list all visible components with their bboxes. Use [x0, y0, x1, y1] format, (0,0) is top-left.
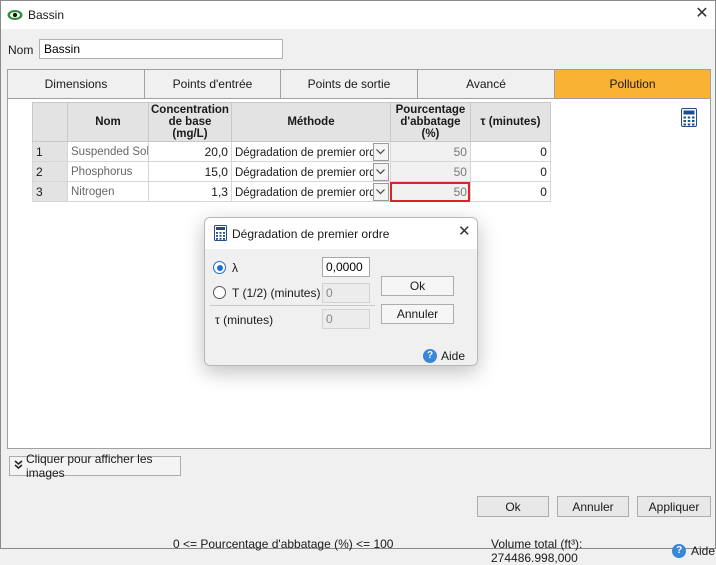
header-name: Nom: [67, 102, 149, 142]
dialog-body: λ T (1/2) (minutes) τ (minutes) Ok Annul…: [205, 249, 477, 365]
header-rownum: [32, 102, 68, 142]
header-method: Méthode: [230, 102, 391, 142]
tab-dimensions[interactable]: Dimensions: [8, 70, 145, 98]
ok-button[interactable]: Ok: [477, 496, 549, 517]
lambda-input[interactable]: [322, 257, 370, 277]
name-cell[interactable]: Phosphorus: [67, 161, 149, 182]
tab-points-sortie[interactable]: Points de sortie: [281, 70, 418, 98]
percentage-cell[interactable]: 50: [389, 161, 471, 182]
method-cell[interactable]: Dégradation de premier ordre: [230, 141, 391, 162]
lambda-radio[interactable]: [213, 261, 226, 274]
chevron-down-icon: [376, 169, 386, 175]
first-order-degradation-dialog: Dégradation de premier ordre ✕ λ T (1/2)…: [204, 217, 478, 366]
header-percentage: Pourcentage d'abbatage (%): [389, 102, 471, 142]
row-number: 3: [32, 181, 68, 202]
method-dropdown-button[interactable]: [372, 163, 389, 181]
help-icon: ?: [423, 349, 437, 363]
header-tau: τ (minutes): [469, 102, 551, 142]
show-images-label: Cliquer pour afficher les images: [26, 452, 153, 480]
help-icon[interactable]: ?: [672, 544, 686, 558]
close-icon[interactable]: ✕: [694, 6, 710, 22]
show-images-button[interactable]: Cliquer pour afficher les images: [9, 452, 181, 480]
concentration-cell[interactable]: 15,0: [148, 161, 232, 182]
status-right: Volume total (ft³): 274486.998,000 ? Aid…: [491, 537, 715, 565]
percentage-cell-selected[interactable]: 50: [389, 181, 471, 202]
row-number: 2: [32, 161, 68, 182]
tab-strip: Dimensions Points d'entrée Points de sor…: [7, 69, 711, 99]
tau-label: τ (minutes): [215, 313, 274, 327]
chevron-down-icon: [376, 189, 386, 195]
separator: [210, 305, 375, 306]
calculator-icon: [214, 225, 227, 241]
header-concentration: Concentration de base (mg/L): [148, 102, 232, 142]
row-number: 1: [32, 141, 68, 162]
help-link[interactable]: Aide: [691, 544, 715, 558]
name-cell[interactable]: Suspended Solids: [67, 141, 149, 162]
tau-cell[interactable]: 0: [469, 141, 551, 162]
dialog-help-link[interactable]: ? Aide: [423, 349, 465, 363]
cancel-button[interactable]: Annuler: [557, 496, 629, 517]
pollutant-table: Nom Concentration de base (mg/L) Méthode…: [32, 102, 551, 202]
concentration-cell[interactable]: 1,3: [148, 181, 232, 202]
apply-button[interactable]: Appliquer: [637, 496, 711, 517]
half-life-label: T (1/2) (minutes): [232, 286, 321, 300]
method-value: Dégradation de premier ordre: [234, 186, 386, 199]
tab-avance[interactable]: Avancé: [418, 70, 555, 98]
tab-points-entree[interactable]: Points d'entrée: [145, 70, 281, 98]
method-value: Dégradation de premier ordre: [234, 166, 386, 179]
dialog-cancel-button[interactable]: Annuler: [381, 304, 454, 324]
dialog-close-icon[interactable]: ✕: [458, 224, 471, 240]
method-dropdown-button[interactable]: [372, 143, 389, 161]
nom-input[interactable]: [39, 39, 283, 59]
table-row: 1 Suspended Solids 20,0 Dégradation de p…: [32, 141, 551, 162]
calculator-icon[interactable]: [681, 108, 697, 127]
table-row: 3 Nitrogen 1,3 Dégradation de premier or…: [32, 181, 551, 202]
concentration-cell[interactable]: 20,0: [148, 141, 232, 162]
half-life-radio[interactable]: [213, 286, 226, 299]
bassin-window: Bassin ✕ Nom Dimensions Points d'entrée …: [0, 0, 716, 565]
app-eye-icon: [7, 10, 23, 20]
dialog-ok-button[interactable]: Ok: [381, 276, 454, 296]
method-value: Dégradation de premier ordre: [234, 146, 386, 159]
tab-pollution[interactable]: Pollution: [555, 70, 710, 98]
chevron-down-icon: [376, 149, 386, 155]
window-title: Bassin: [28, 8, 65, 22]
nom-label: Nom: [8, 43, 34, 57]
percentage-cell[interactable]: 50: [389, 141, 471, 162]
table-row: 2 Phosphorus 15,0 Dégradation de premier…: [32, 161, 551, 182]
method-cell[interactable]: Dégradation de premier ordre: [230, 181, 391, 202]
tau-cell[interactable]: 0: [469, 181, 551, 202]
half-life-input[interactable]: [322, 283, 370, 303]
dialog-title: Dégradation de premier ordre: [232, 227, 390, 241]
volume-total: Volume total (ft³): 274486.998,000: [491, 537, 583, 565]
name-cell[interactable]: Nitrogen: [67, 181, 149, 202]
double-chevron-down-icon: [14, 460, 23, 472]
lambda-label: λ: [232, 261, 238, 275]
tau-cell[interactable]: 0: [469, 161, 551, 182]
title-bar: Bassin ✕: [1, 1, 715, 29]
tau-input[interactable]: [322, 309, 370, 329]
method-dropdown-button[interactable]: [372, 183, 389, 201]
method-cell[interactable]: Dégradation de premier ordre: [230, 161, 391, 182]
